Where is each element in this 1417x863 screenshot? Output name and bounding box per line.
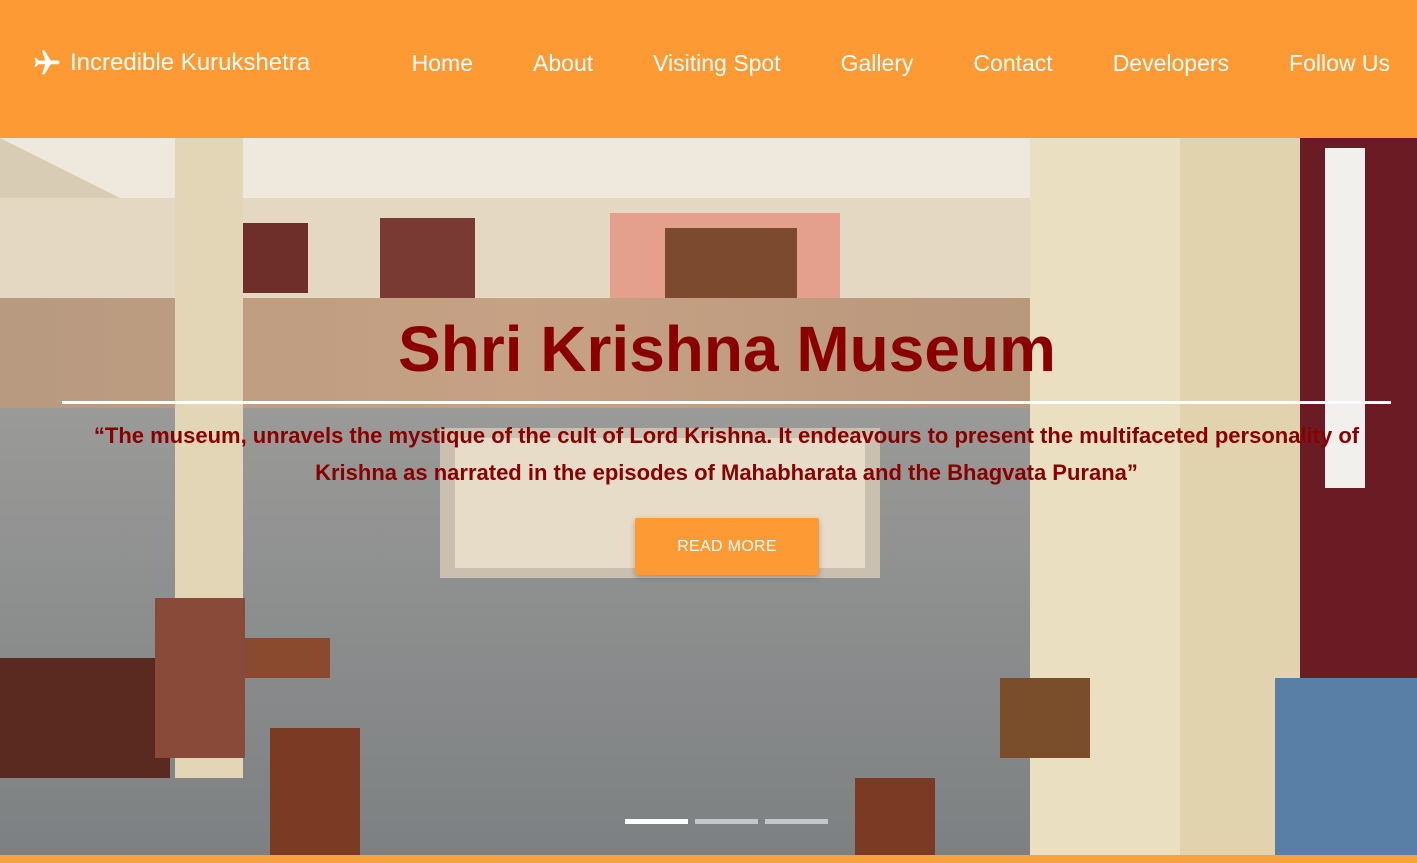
nav-about[interactable]: About	[533, 50, 593, 76]
brand-name: Incredible Kurukshetra	[70, 49, 311, 76]
brand-link[interactable]: Incredible Kurukshetra	[32, 47, 310, 79]
hero-carousel: Shri Krishna Museum “The museum, unravel…	[0, 138, 1417, 855]
nav-home[interactable]: Home	[412, 50, 473, 76]
carousel-indicator-2[interactable]	[695, 819, 758, 824]
nav-visiting-spot[interactable]: Visiting Spot	[653, 50, 780, 76]
hero-title: Shri Krishna Museum	[398, 313, 1056, 385]
hero-description: “The museum, unravels the mystique of th…	[93, 423, 1360, 485]
nav-developers[interactable]: Developers	[1113, 50, 1229, 76]
nav-menu: Home About Visiting Spot Gallery Contact…	[412, 47, 1390, 79]
carousel-indicator-3[interactable]	[765, 819, 828, 824]
carousel-indicator-1[interactable]	[625, 819, 688, 824]
hero-divider	[62, 401, 1391, 404]
nav-follow-us[interactable]: Follow Us	[1289, 50, 1390, 76]
navbar: Incredible Kurukshetra Home About Visiti…	[0, 0, 1417, 138]
museum-hall-image	[0, 138, 1417, 855]
read-more-button[interactable]: READ MORE	[635, 518, 819, 575]
nav-contact[interactable]: Contact	[973, 50, 1052, 76]
bottom-strip	[0, 855, 1417, 863]
carousel-indicators	[625, 819, 828, 824]
airplane-icon	[32, 48, 62, 78]
nav-gallery[interactable]: Gallery	[841, 50, 914, 76]
